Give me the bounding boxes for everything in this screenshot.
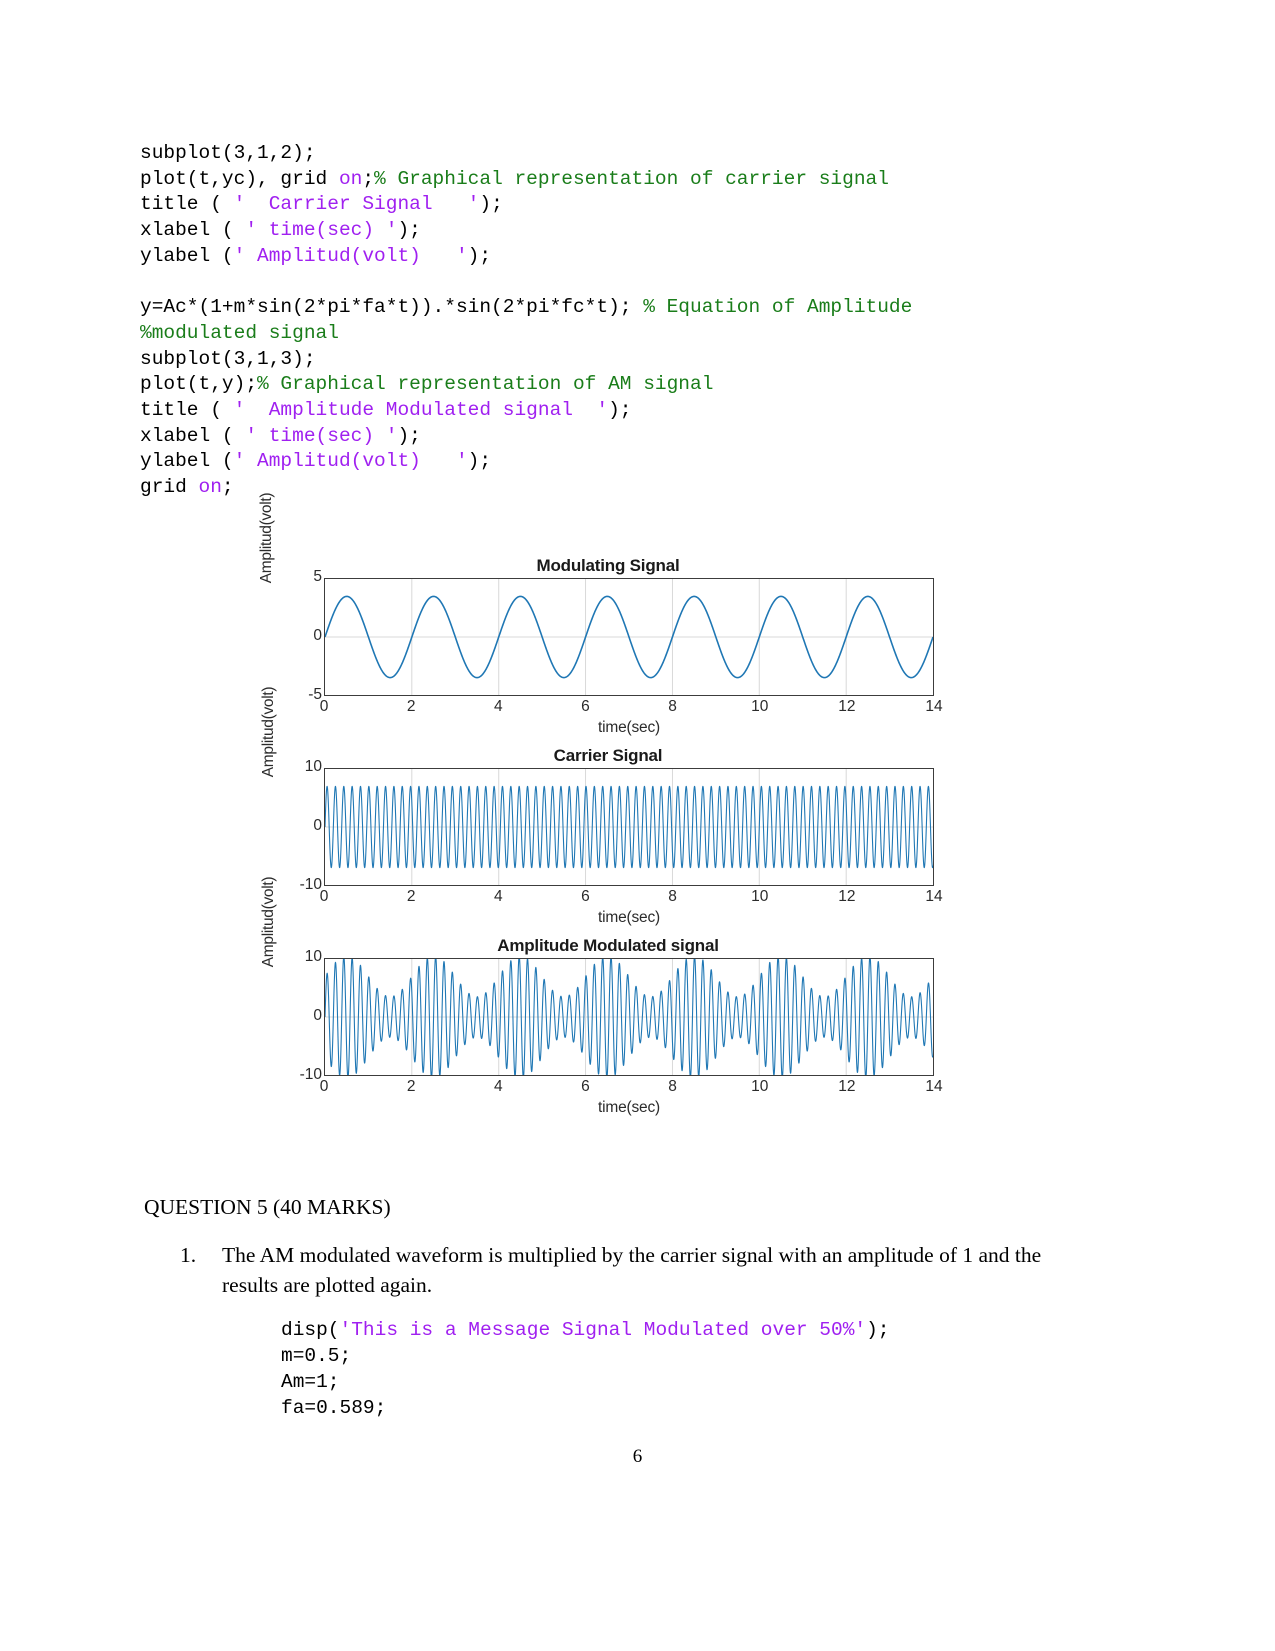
y-tick-label: 0: [313, 1007, 322, 1024]
code-line: ylabel (' Amplitud(volt) ');: [140, 244, 492, 267]
code-line: title ( ' Amplitude Modulated signal ');: [140, 399, 632, 422]
plot-title-carrier: Carrier Signal: [553, 746, 663, 765]
am-signal-svg: [325, 959, 933, 1075]
y-tick-label: -5: [308, 686, 322, 703]
y-tick-label: 10: [304, 758, 322, 775]
plot-title-am: Amplitude Modulated signal: [497, 936, 719, 955]
x-tick-label: 8: [668, 698, 677, 715]
document-page: subplot(3,1,2); plot(t,yc), grid on;% Gra…: [0, 0, 1275, 1651]
x-tick-label: 4: [493, 1078, 503, 1095]
plot-area-am: [324, 958, 934, 1076]
matlab-code-block-bottom: disp('This is a Message Signal Modulated…: [281, 1317, 890, 1421]
x-tick-label: 0: [319, 698, 329, 715]
y-tick-label: -10: [299, 876, 322, 893]
plot-area-carrier: [324, 768, 934, 886]
question-heading: QUESTION 5 (40 MARKS): [144, 1195, 391, 1219]
x-tick-label: 2: [406, 1078, 416, 1095]
code-line: %modulated signal: [140, 321, 339, 344]
x-axis-label-carrier: time(sec): [598, 909, 660, 926]
x-tick-label: 10: [751, 1078, 769, 1095]
x-tick-label: 14: [925, 698, 943, 715]
code-line: grid on;: [140, 476, 234, 499]
x-tick-label: 6: [581, 1078, 590, 1095]
x-tick-label: 2: [406, 888, 416, 905]
gridlines-carrier: [325, 769, 933, 885]
x-tick-label: 0: [319, 1078, 329, 1095]
x-tick-label: 10: [751, 698, 769, 715]
gridlines-am: [325, 959, 933, 1075]
code-line: xlabel ( ' time(sec) ');: [140, 219, 421, 242]
x-ticks-carrier: 0 2 4 6 8 10 12 14: [320, 888, 943, 910]
code-line: plot(t,yc), grid on;% Graphical represen…: [140, 167, 889, 190]
code-line: m=0.5;: [281, 1345, 352, 1367]
x-tick-label: 4: [493, 698, 503, 715]
code-line: subplot(3,1,2);: [140, 142, 316, 164]
y-ticks-modulating: -5 0 5: [278, 568, 322, 703]
code-line: disp('This is a Message Signal Modulated…: [281, 1319, 890, 1341]
list-item: 1. The AM modulated waveform is multipli…: [180, 1240, 1060, 1300]
subplot-am-signal: Amplitude Modulated signal Amplitud(volt…: [258, 877, 958, 1126]
code-line: Am=1;: [281, 1371, 340, 1393]
x-tick-label: 6: [581, 698, 590, 715]
matlab-code-block-top: subplot(3,1,2); plot(t,yc), grid on;% Gra…: [140, 141, 912, 501]
plot-title-modulating: Modulating Signal: [536, 556, 680, 575]
page-number: 6: [632, 1446, 643, 1467]
code-line: fa=0.589;: [281, 1397, 387, 1419]
x-tick-label: 2: [406, 698, 416, 715]
code-line: title ( ' Carrier Signal ');: [140, 193, 503, 216]
x-tick-label: 14: [925, 1078, 943, 1095]
code-line: xlabel ( ' time(sec) ');: [140, 424, 421, 447]
x-tick-label: 4: [493, 888, 503, 905]
x-ticks-am: 0 2 4 6 8 10 12 14: [320, 1078, 943, 1100]
x-tick-label: 12: [838, 1078, 856, 1095]
x-tick-label: 12: [838, 888, 856, 905]
x-axis-label-am: time(sec): [598, 1099, 660, 1116]
y-ticks-am: -10 0 10: [278, 948, 322, 1083]
x-tick-label: 0: [319, 888, 329, 905]
y-tick-label: 0: [313, 627, 322, 644]
code-line: subplot(3,1,3);: [140, 347, 316, 370]
plot-area-modulating: [324, 578, 934, 696]
subplot-carrier-signal: Carrier Signal Amplitud(volt) -10 0 10 0…: [258, 687, 958, 936]
x-tick-label: 8: [668, 1078, 677, 1095]
list-item-marker: 1.: [180, 1243, 197, 1267]
y-tick-label: -10: [299, 1066, 322, 1083]
x-tick-label: 12: [838, 698, 856, 715]
carrier-signal-svg: [325, 769, 933, 885]
y-tick-label: 5: [313, 568, 322, 585]
subplot-modulating-signal: Modulating Signal Amplitud(volt) -505: [258, 493, 958, 746]
x-ticks-modulating: 0 2 4 6 8 10 12 14: [320, 698, 943, 720]
x-axis-label-modulating: time(sec): [598, 719, 660, 736]
modulating-signal-svg: [325, 579, 933, 695]
code-line: plot(t,y);% Graphical representation of …: [140, 373, 714, 396]
code-line: y=Ac*(1+m*sin(2*pi*fa*t)).*sin(2*pi*fc*t…: [140, 296, 913, 319]
y-tick-label: 0: [313, 817, 322, 834]
code-line: ylabel (' Amplitud(volt) ');: [140, 450, 492, 473]
x-tick-label: 10: [751, 888, 769, 905]
y-tick-label: 10: [304, 948, 322, 965]
x-tick-label: 6: [581, 888, 590, 905]
list-item-text: The AM modulated waveform is multiplied …: [222, 1243, 1042, 1297]
x-tick-label: 14: [925, 888, 943, 905]
x-tick-label: 8: [668, 888, 677, 905]
y-ticks-carrier: -10 0 10: [278, 758, 322, 893]
matlab-figure: Modulating Signal Amplitud(volt) -505: [258, 493, 958, 1126]
